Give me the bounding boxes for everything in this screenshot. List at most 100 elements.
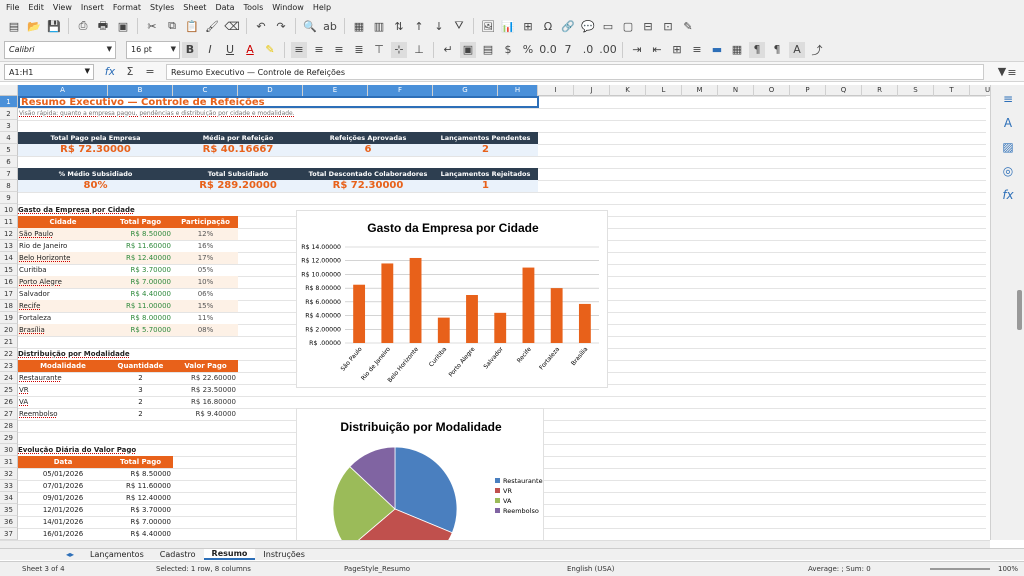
pivot-icon[interactable]: ⊞ [520, 18, 536, 34]
row-header[interactable]: 11 [0, 216, 18, 228]
kpi-value[interactable]: R$ 72.30000 [303, 180, 433, 192]
align-left-icon[interactable]: ≡ [291, 41, 307, 58]
bar[interactable] [353, 284, 366, 343]
cut-icon[interactable]: ✂ [144, 18, 160, 34]
row-header[interactable]: 34 [0, 492, 18, 504]
export-pdf-icon[interactable]: ⎙ [75, 18, 91, 34]
menu-view[interactable]: View [53, 3, 72, 12]
kpi-value[interactable]: 2 [433, 144, 538, 156]
row-header[interactable]: 23 [0, 360, 18, 372]
city-name[interactable]: Belo Horizonte [18, 252, 108, 264]
remove-decimal-icon[interactable]: .00 [599, 42, 617, 58]
row-header[interactable]: 18 [0, 300, 18, 312]
kpi-value[interactable]: R$ 289.20000 [173, 180, 303, 192]
row-header[interactable]: 32 [0, 468, 18, 480]
merge-cells-icon[interactable]: ▤ [480, 42, 496, 58]
row-header[interactable]: 31 [0, 456, 18, 468]
table-header[interactable]: Modalidade [18, 360, 108, 372]
city-total[interactable]: R$ 8.00000 [108, 312, 173, 324]
column-header[interactable]: B [108, 85, 173, 96]
header-footer-icon[interactable]: ▭ [600, 18, 616, 34]
sidebar-menu-icon[interactable]: ≡ [1004, 64, 1020, 80]
special-char-icon[interactable]: Ω [540, 18, 556, 34]
bar[interactable] [494, 312, 507, 343]
row-header[interactable]: 29 [0, 432, 18, 444]
kpi-label[interactable]: Refeições Aprovadas [303, 132, 433, 144]
menu-help[interactable]: Help [313, 3, 331, 12]
row-header[interactable]: 35 [0, 504, 18, 516]
percent-icon[interactable]: % [520, 42, 536, 58]
menu-window[interactable]: Window [272, 3, 304, 12]
row-header[interactable]: 14 [0, 252, 18, 264]
daily-total[interactable]: R$ 12.40000 [108, 492, 173, 504]
column-header[interactable]: M [682, 85, 718, 96]
row-header[interactable]: 22 [0, 348, 18, 360]
vertical-scrollbar-thumb[interactable] [1017, 290, 1022, 330]
functions-icon[interactable]: fx [991, 183, 1024, 207]
font-size-box[interactable]: 16 pt ▼ [126, 40, 180, 59]
row-header[interactable]: 3 [0, 120, 18, 132]
bar[interactable] [437, 317, 450, 343]
bar[interactable] [522, 267, 535, 343]
bar[interactable] [550, 288, 563, 343]
wrap-text-icon[interactable]: ↵ [440, 42, 456, 58]
column-header[interactable]: C [173, 85, 238, 96]
row-header[interactable]: 5 [0, 144, 18, 156]
row-header[interactable]: 4 [0, 132, 18, 144]
city-total[interactable]: R$ 11.60000 [108, 240, 173, 252]
menu-format[interactable]: Format [113, 3, 141, 12]
city-share[interactable]: 15% [173, 300, 238, 312]
column-header[interactable]: N [718, 85, 754, 96]
daily-total[interactable]: R$ 11.60000 [108, 480, 173, 492]
column-header[interactable]: L [646, 85, 682, 96]
sort-icon[interactable]: ⇅ [391, 18, 407, 34]
city-share[interactable]: 11% [173, 312, 238, 324]
row-header[interactable]: 12 [0, 228, 18, 240]
highlight-icon[interactable]: ✎ [262, 42, 278, 58]
menu-sheet[interactable]: Sheet [183, 3, 206, 12]
column-header[interactable]: H [498, 85, 538, 96]
draw-functions-icon[interactable]: ✎ [680, 18, 696, 34]
modality-value[interactable]: R$ 22.60000 [173, 372, 238, 384]
save-icon[interactable]: 💾 [46, 18, 62, 34]
modality-qty[interactable]: 2 [108, 408, 173, 420]
row-header[interactable]: 37 [0, 528, 18, 540]
table-header[interactable]: Data [18, 456, 108, 468]
city-total[interactable]: R$ 4.40000 [108, 288, 173, 300]
print-preview-icon[interactable]: ▣ [115, 18, 131, 34]
menu-data[interactable]: Data [215, 3, 234, 12]
kpi-value[interactable]: 80% [18, 180, 173, 192]
modality-qty[interactable]: 2 [108, 396, 173, 408]
city-total[interactable]: R$ 5.70000 [108, 324, 173, 336]
column-header[interactable]: E [303, 85, 368, 96]
kpi-value[interactable]: 1 [433, 180, 538, 192]
font-name-box[interactable]: Calibri ▼ [4, 40, 116, 59]
city-name[interactable]: Curitiba [18, 264, 108, 276]
increase-indent-icon[interactable]: ⇥ [629, 42, 645, 58]
conditional-icon[interactable]: ▦ [729, 42, 745, 58]
row-header[interactable]: 7 [0, 168, 18, 180]
borders-icon[interactable]: ⊞ [669, 42, 685, 58]
hyperlink-icon[interactable]: 🔗 [560, 18, 576, 34]
daily-total[interactable]: R$ 4.40000 [108, 528, 173, 540]
daily-total[interactable]: R$ 8.50000 [108, 468, 173, 480]
city-share[interactable]: 16% [173, 240, 238, 252]
modality-value[interactable]: R$ 16.80000 [173, 396, 238, 408]
city-name[interactable]: Rio de Janeiro [18, 240, 108, 252]
row-header[interactable]: 15 [0, 264, 18, 276]
bar[interactable] [578, 303, 591, 343]
city-share[interactable]: 17% [173, 252, 238, 264]
daily-total[interactable]: R$ 3.70000 [108, 504, 173, 516]
modality-name[interactable]: Reembolso [18, 408, 108, 420]
bar[interactable] [381, 263, 394, 343]
row-header[interactable]: 6 [0, 156, 18, 168]
bar[interactable] [466, 295, 478, 343]
column-header[interactable]: O [754, 85, 790, 96]
tab-instrucoes[interactable]: Instruções [255, 550, 312, 559]
city-name[interactable]: Salvador [18, 288, 108, 300]
row-header[interactable]: 25 [0, 384, 18, 396]
city-name[interactable]: São Paulo [18, 228, 108, 240]
city-name[interactable]: Recife [18, 300, 108, 312]
row-header[interactable]: 33 [0, 480, 18, 492]
border-color-icon[interactable]: ▬ [709, 42, 725, 58]
